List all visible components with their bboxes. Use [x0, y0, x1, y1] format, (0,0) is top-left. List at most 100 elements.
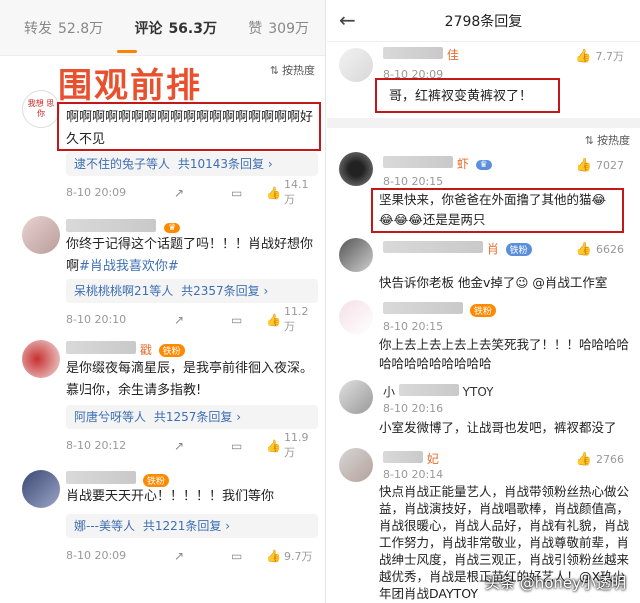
comment-text: 快告诉你老板 他金v掉了😉 @肖战工作室 [379, 275, 608, 290]
like-icon[interactable]: 👍 [266, 439, 281, 453]
sort-by-hot-button[interactable]: ⇅ 按热度 [585, 132, 630, 148]
reply-count: 共1221条回复 [142, 519, 222, 533]
back-arrow-icon[interactable]: ← [339, 8, 356, 32]
username-suffix: 戳 [139, 343, 152, 357]
reply-preview[interactable]: 阿唐兮呀等人 共1257条回复 › [66, 405, 318, 429]
comment-date: 8-10 20:10 [66, 313, 127, 326]
like-button[interactable]: 👍 7027 [576, 158, 624, 173]
reply-preview[interactable]: 逮不住的兔子等人 共10143条回复 › [66, 152, 318, 176]
comment-date: 8-10 20:09 [66, 186, 127, 199]
username[interactable]: 佳 [383, 46, 459, 63]
like-count: 6626 [596, 243, 624, 256]
avatar[interactable] [22, 470, 60, 508]
comment-date: 8-10 20:15 [383, 175, 444, 188]
comment-date: 8-10 20:14 [383, 468, 444, 481]
username-suffix: 妃 [426, 452, 439, 466]
comment-text: 小室发微博了，让战哥也发吧，裤衩都没了 [379, 420, 617, 435]
fan-badge: ♛ [164, 222, 181, 233]
comment-date: 8-10 20:09 [66, 549, 127, 562]
highlight-box [375, 78, 560, 113]
tab-likes-label: 赞 [248, 20, 263, 37]
like-icon[interactable]: 👍 [266, 549, 281, 563]
share-icon[interactable]: ↗ [174, 439, 184, 453]
username-suffix: 虾 [456, 157, 469, 171]
comment-text: 你上去上去上去上去笑死我了！！！哈哈哈哈哈哈哈哈哈哈哈哈哈 [379, 337, 630, 371]
avatar[interactable] [339, 152, 373, 186]
hashtag-link[interactable]: #肖战我喜欢你# [79, 259, 179, 274]
like-icon: 👍 [575, 242, 592, 257]
tab-likes[interactable]: 赞 309万 [248, 18, 309, 38]
avatar[interactable]: 我想 思你 [22, 90, 60, 128]
username[interactable]: 铁粉 [66, 471, 169, 487]
sort-icon: ⇅ [269, 63, 279, 77]
username[interactable]: 虾 ♛ [383, 155, 492, 172]
like-icon[interactable]: 👍 [266, 186, 281, 200]
like-icon[interactable]: 👍 [266, 313, 281, 327]
username-suffix: YTOY [462, 385, 494, 399]
comment-icon[interactable]: ▭ [231, 186, 242, 200]
tab-comments[interactable]: 评论 56.3万 [134, 18, 217, 38]
avatar[interactable] [339, 48, 373, 82]
comment-meta: 8-10 20:09 ↗ ▭ 👍 14.1万 [66, 178, 318, 206]
highlight-box [371, 188, 624, 233]
chevron-right-icon: › [267, 157, 273, 171]
username-suffix: 肖 [486, 242, 499, 256]
avatar-text: 我想 思你 [27, 99, 55, 118]
reply-count: 共10143条回复 [177, 157, 265, 171]
avatar[interactable] [339, 380, 373, 414]
avatar[interactable] [339, 448, 373, 482]
like-count: 7.7万 [595, 50, 625, 63]
username[interactable]: 铁粉 [383, 302, 496, 317]
like-icon: 👍 [575, 48, 592, 64]
username[interactable]: 肖 铁粉 [383, 240, 532, 257]
tab-reposts[interactable]: 转发 52.8万 [24, 18, 103, 38]
like-button[interactable]: 👍 7.7万 [575, 48, 624, 64]
chevron-right-icon: › [263, 284, 269, 298]
tab-reposts-label: 转发 [24, 20, 52, 37]
comment-date: 8-10 20:15 [383, 320, 444, 333]
fan-badge: 铁粉 [505, 243, 532, 256]
reply-preview[interactable]: 呆桃桃桃啊21等人 共2357条回复 › [66, 279, 318, 303]
avatar[interactable] [339, 300, 373, 334]
avatar[interactable] [22, 216, 60, 254]
highlight-box [57, 102, 321, 151]
like-icon: 👍 [575, 452, 592, 467]
comment-icon[interactable]: ▭ [231, 313, 242, 327]
overlay-title: 围观前排 [58, 66, 202, 106]
sort-by-hot-button[interactable]: ⇅ 按热度 [270, 62, 315, 78]
share-icon[interactable]: ↗ [174, 313, 184, 327]
username[interactable]: 戳 铁粉 [66, 341, 185, 358]
like-count: 7027 [596, 159, 624, 172]
comment-icon[interactable]: ▭ [231, 439, 242, 453]
footer-watermark: 头条 @honey小透明 [484, 574, 626, 592]
like-count: 11.2万 [284, 305, 309, 333]
like-button[interactable]: 👍 6626 [576, 242, 624, 257]
username[interactable]: 妃 [383, 450, 439, 467]
reply-preview[interactable]: 娜---美等人 共1221条回复 › [66, 514, 318, 538]
like-icon: 👍 [575, 158, 592, 173]
username-suffix: 佳 [446, 48, 459, 62]
like-button[interactable]: 👍 2766 [576, 452, 624, 467]
avatar[interactable] [339, 238, 373, 272]
sort-label: 按热度 [597, 134, 630, 147]
share-icon[interactable]: ↗ [174, 549, 184, 563]
comment-date: 8-10 20:16 [383, 402, 444, 415]
tab-comments-label: 评论 [134, 20, 163, 37]
comment-date: 8-10 20:12 [66, 439, 127, 452]
comment-meta: 8-10 20:12 ↗ ▭ 👍 11.9万 [66, 431, 318, 459]
username-prefix: 小 [383, 385, 396, 399]
reply-preview-users: 娜---美等人 [74, 519, 135, 533]
comment-icon[interactable]: ▭ [231, 549, 242, 563]
fan-badge: 铁粉 [469, 304, 496, 317]
chevron-right-icon: › [225, 519, 231, 533]
replies-panel: ← 2798条回复 佳 8-10 20:09 👍 7.7万 哥，红裤衩变黄裤衩了… [327, 0, 640, 603]
tab-reposts-count: 52.8万 [58, 20, 104, 37]
comments-panel: 转发 52.8万 评论 56.3万 赞 309万 围观前排 ⇅ 按热度 我想 思… [0, 0, 326, 603]
like-count: 2766 [596, 453, 624, 466]
tab-bar: 转发 52.8万 评论 56.3万 赞 309万 [0, 0, 325, 56]
share-icon[interactable]: ↗ [174, 186, 184, 200]
username[interactable]: 小 YTOY [383, 383, 493, 400]
avatar[interactable] [22, 340, 60, 378]
comment-text: 是你缀夜每滴星辰，是我亭前徘徊入夜深。慕归你，余生请多指教! [66, 361, 314, 398]
comment-meta: 8-10 20:10 ↗ ▭ 👍 11.2万 [66, 305, 318, 333]
